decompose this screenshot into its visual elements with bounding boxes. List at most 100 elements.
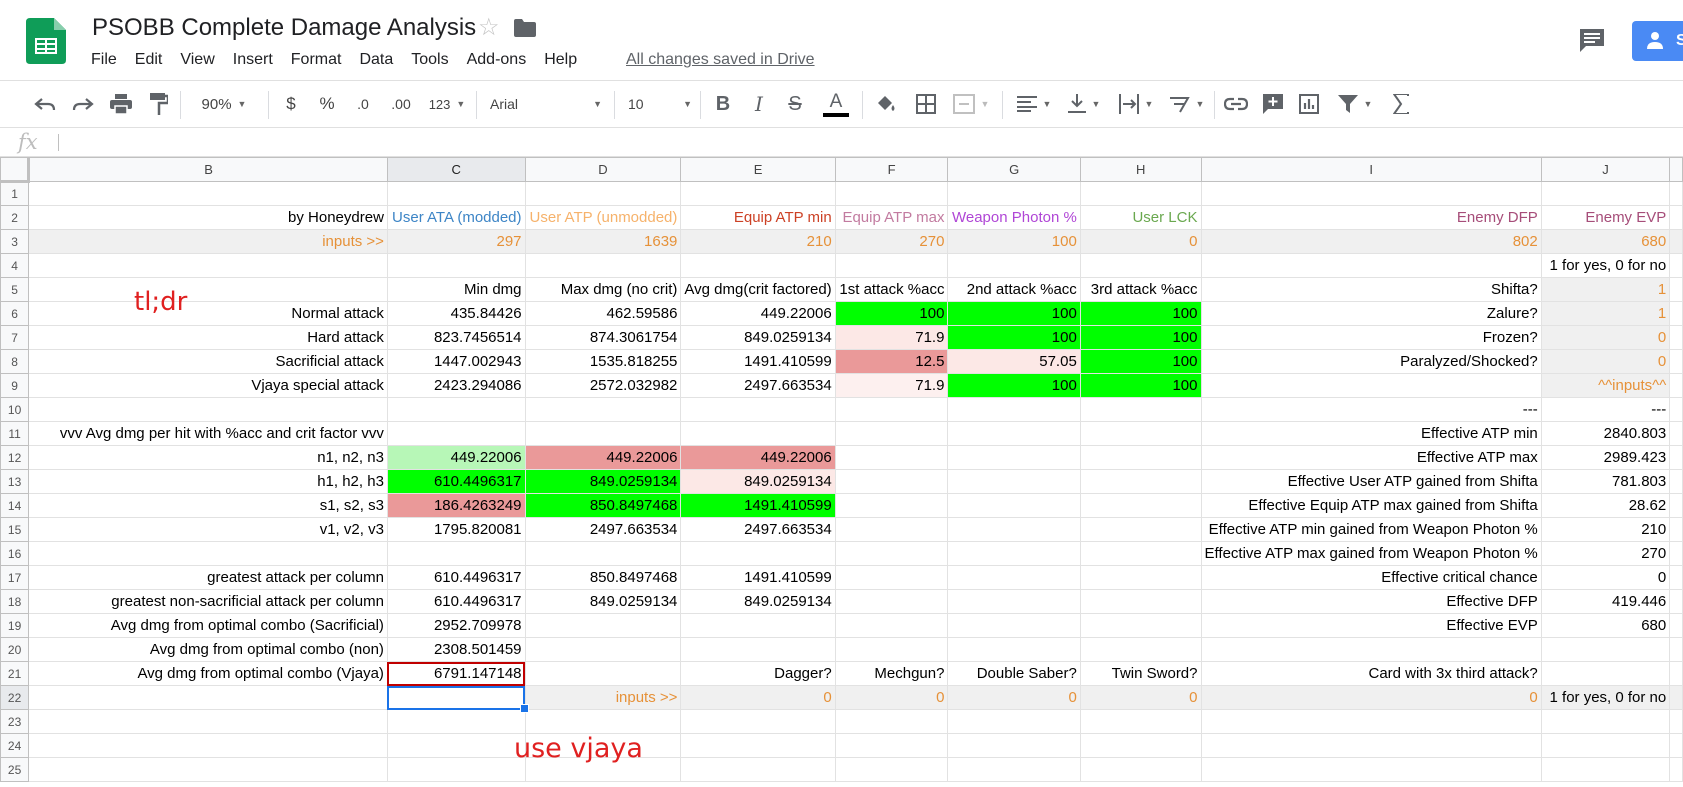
- cell-b22[interactable]: [28, 685, 388, 710]
- cell-d22[interactable]: inputs >>: [524, 685, 682, 710]
- cell-k20[interactable]: [1669, 637, 1683, 662]
- cell-e11[interactable]: [680, 421, 836, 446]
- cell-f19[interactable]: [834, 613, 949, 638]
- cell-k3[interactable]: [1669, 229, 1683, 254]
- cell-c21[interactable]: 6791.147148: [386, 661, 526, 686]
- filter-icon[interactable]: ▼: [1334, 91, 1376, 117]
- cell-d10[interactable]: [524, 397, 682, 422]
- cell-f24[interactable]: [834, 733, 949, 758]
- cell-i10[interactable]: ---: [1200, 397, 1542, 422]
- cell-g25[interactable]: [947, 757, 1081, 782]
- cell-e7[interactable]: 849.0259134: [680, 325, 836, 350]
- cell-h10[interactable]: [1079, 397, 1202, 422]
- cell-g7[interactable]: 100: [947, 325, 1081, 350]
- undo-icon[interactable]: [32, 91, 58, 117]
- cell-g23[interactable]: [947, 709, 1081, 734]
- row-header[interactable]: 13: [0, 469, 30, 494]
- cell-j25[interactable]: [1540, 757, 1671, 782]
- share-button[interactable]: Sh: [1632, 21, 1683, 61]
- cell-j20[interactable]: [1540, 637, 1671, 662]
- cell-i20[interactable]: [1200, 637, 1542, 662]
- cell-c9[interactable]: 2423.294086: [386, 373, 526, 398]
- cell-j6[interactable]: 1: [1540, 301, 1671, 326]
- cell-h19[interactable]: [1079, 613, 1202, 638]
- cell-k11[interactable]: [1669, 421, 1683, 446]
- cell-g21[interactable]: Double Saber?: [947, 661, 1081, 686]
- menu-help[interactable]: Help: [535, 49, 586, 71]
- insert-chart-icon[interactable]: [1296, 91, 1322, 117]
- cell-k12[interactable]: [1669, 445, 1683, 470]
- cell-i3[interactable]: 802: [1200, 229, 1542, 254]
- cell-e19[interactable]: [680, 613, 836, 638]
- cell-j7[interactable]: 0: [1540, 325, 1671, 350]
- cell-j14[interactable]: 28.62: [1540, 493, 1671, 518]
- cell-b8[interactable]: Sacrificial attack: [28, 349, 388, 374]
- cell-d16[interactable]: [524, 541, 682, 566]
- cell-h18[interactable]: [1079, 589, 1202, 614]
- cell-g17[interactable]: [947, 565, 1081, 590]
- cell-e22[interactable]: 0: [680, 685, 836, 710]
- cell-h22[interactable]: 0: [1079, 685, 1202, 710]
- format-percent-button[interactable]: %: [316, 91, 338, 117]
- cell-d1[interactable]: [524, 181, 682, 206]
- cell-d14[interactable]: 850.8497468: [524, 493, 682, 518]
- cell-i5[interactable]: Shifta?: [1200, 277, 1542, 302]
- row-header[interactable]: 23: [0, 709, 30, 734]
- cell-c1[interactable]: [386, 181, 526, 206]
- column-header-d[interactable]: D: [524, 157, 682, 182]
- cell-i18[interactable]: Effective DFP: [1200, 589, 1542, 614]
- row-header[interactable]: 21: [0, 661, 30, 686]
- text-color-button[interactable]: A: [822, 91, 850, 117]
- cell-g3[interactable]: 100: [947, 229, 1081, 254]
- cell-g2[interactable]: Weapon Photon %: [947, 205, 1081, 230]
- cell-f12[interactable]: [834, 445, 949, 470]
- vertical-align-icon[interactable]: ▼: [1064, 91, 1104, 117]
- column-header-i[interactable]: I: [1200, 157, 1542, 182]
- cell-g15[interactable]: [947, 517, 1081, 542]
- redo-icon[interactable]: [70, 91, 96, 117]
- cell-j11[interactable]: 2840.803: [1540, 421, 1671, 446]
- cell-c10[interactable]: [386, 397, 526, 422]
- cell-h1[interactable]: [1079, 181, 1202, 206]
- cell-d11[interactable]: [524, 421, 682, 446]
- cell-f16[interactable]: [834, 541, 949, 566]
- cell-b7[interactable]: Hard attack: [28, 325, 388, 350]
- cell-e5[interactable]: Avg dmg(crit factored): [680, 277, 836, 302]
- cell-i21[interactable]: Card with 3x third attack?: [1200, 661, 1542, 686]
- cell-e15[interactable]: 2497.663534: [680, 517, 836, 542]
- cell-e13[interactable]: 849.0259134: [680, 469, 836, 494]
- cell-g19[interactable]: [947, 613, 1081, 638]
- row-header[interactable]: 18: [0, 589, 30, 614]
- cell-h17[interactable]: [1079, 565, 1202, 590]
- cell-c11[interactable]: [386, 421, 526, 446]
- column-header-j[interactable]: J: [1540, 157, 1671, 182]
- strikethrough-button[interactable]: S: [784, 91, 806, 117]
- cell-b6[interactable]: Normal attack: [28, 301, 388, 326]
- cell-f18[interactable]: [834, 589, 949, 614]
- cell-k15[interactable]: [1669, 517, 1683, 542]
- cell-j4[interactable]: 1 for yes, 0 for no: [1540, 253, 1671, 278]
- document-title[interactable]: PSOBB Complete Damage Analysis: [92, 14, 476, 42]
- cell-e18[interactable]: 849.0259134: [680, 589, 836, 614]
- cell-b24[interactable]: [28, 733, 388, 758]
- row-header[interactable]: 5: [0, 277, 30, 302]
- cell-i8[interactable]: Paralyzed/Shocked?: [1200, 349, 1542, 374]
- cell-k18[interactable]: [1669, 589, 1683, 614]
- cell-d7[interactable]: 874.3061754: [524, 325, 682, 350]
- cell-i24[interactable]: [1200, 733, 1542, 758]
- cell-h11[interactable]: [1079, 421, 1202, 446]
- cell-b18[interactable]: greatest non-sacrificial attack per colu…: [28, 589, 388, 614]
- cell-b3[interactable]: inputs >>: [28, 229, 388, 254]
- cell-i6[interactable]: Zalure?: [1200, 301, 1542, 326]
- cell-h5[interactable]: 3rd attack %acc: [1079, 277, 1202, 302]
- cell-e1[interactable]: [680, 181, 836, 206]
- cell-g6[interactable]: 100: [947, 301, 1081, 326]
- cell-c3[interactable]: 297: [386, 229, 526, 254]
- fill-color-icon[interactable]: [874, 91, 898, 117]
- cell-k25[interactable]: [1669, 757, 1683, 782]
- cell-j18[interactable]: 419.446: [1540, 589, 1671, 614]
- cell-e20[interactable]: [680, 637, 836, 662]
- cell-c25[interactable]: [386, 757, 526, 782]
- cell-i23[interactable]: [1200, 709, 1542, 734]
- cell-d6[interactable]: 462.59586: [524, 301, 682, 326]
